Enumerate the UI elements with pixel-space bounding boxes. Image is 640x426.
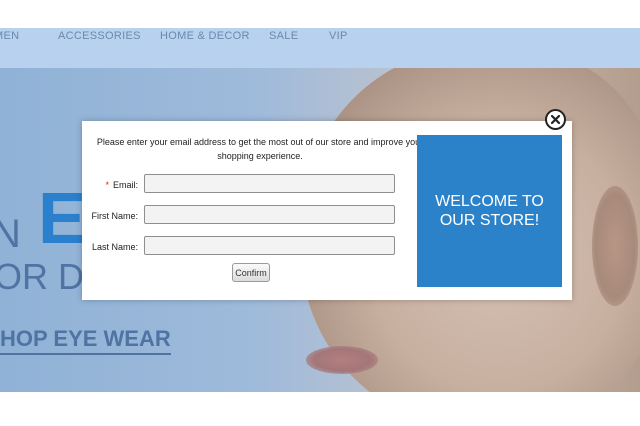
required-mark: * — [105, 180, 109, 190]
nav-item-accessories[interactable]: ACCESSORIES — [58, 30, 141, 42]
last-name-label: Last Name: — [91, 242, 138, 252]
close-circle-icon — [550, 114, 561, 125]
hero-headline-line2: OR D — [0, 256, 84, 297]
email-label: * Email: — [82, 180, 138, 190]
hero-model-ear — [592, 186, 638, 306]
welcome-text: WELCOME TO OUR STORE! — [435, 193, 544, 229]
hero-headline-part2: E — [38, 179, 87, 259]
modal-intro-text: Please enter your email address to get t… — [96, 137, 424, 161]
first-name-label: First Name: — [91, 211, 138, 221]
nav-item-sale[interactable]: SALE — [269, 30, 298, 42]
first-name-field[interactable] — [144, 205, 395, 224]
hero-headline-part1: N — [0, 212, 21, 256]
last-name-field[interactable] — [144, 236, 395, 255]
nav-item-home-decor[interactable]: HOME & DECOR — [160, 30, 250, 42]
top-nav-bar: MEN ACCESSORIES HOME & DECOR SALE VIP — [0, 28, 640, 68]
email-field[interactable] — [144, 174, 395, 193]
hero-model-lips — [306, 346, 378, 374]
close-modal-button[interactable] — [545, 109, 566, 130]
confirm-button[interactable]: Confirm — [232, 263, 270, 282]
newsletter-modal: Please enter your email address to get t… — [82, 121, 572, 300]
welcome-panel: WELCOME TO OUR STORE! — [417, 135, 562, 287]
email-label-text: Email: — [112, 180, 138, 190]
nav-item-vip[interactable]: VIP — [329, 30, 348, 42]
shop-eye-wear-link[interactable]: HOP EYE WEAR — [0, 326, 171, 355]
nav-item-men[interactable]: MEN — [0, 30, 19, 42]
